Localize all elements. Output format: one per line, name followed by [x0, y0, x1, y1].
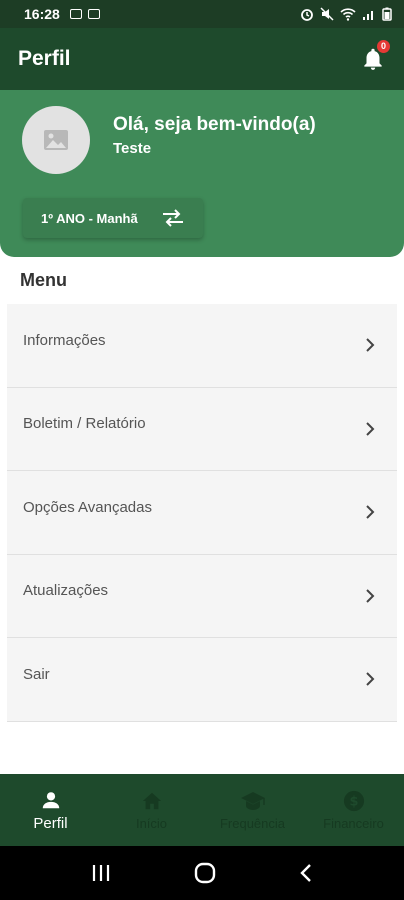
svg-text:$: $ [349, 794, 358, 809]
nav-label: Início [135, 815, 168, 831]
app-bar: Perfil 0 [0, 28, 404, 90]
class-label: 1º ANO - Manhã [41, 210, 138, 226]
notification-badge: 0 [377, 40, 390, 53]
person-icon [42, 791, 59, 808]
bottom-nav: Perfil Início Frequência $ Financeiro [0, 774, 404, 846]
nav-item-perfil[interactable]: Perfil [0, 774, 101, 846]
menu-item-informacoes[interactable]: Informações [7, 304, 397, 388]
recent-apps-icon[interactable] [91, 864, 111, 882]
system-nav-bar [0, 846, 404, 900]
status-bar: 16:28 [0, 0, 404, 28]
nav-label: Financeiro [323, 815, 384, 831]
chevron-right-icon [366, 338, 375, 352]
page-title: Perfil [18, 47, 71, 70]
menu-item-label: Informações [23, 331, 106, 349]
menu-title: Menu [20, 270, 67, 290]
chevron-right-icon [366, 422, 375, 436]
menu-item-label: Boletim / Relatório [23, 415, 146, 433]
menu-item-label: Opções Avançadas [23, 498, 152, 516]
chevron-right-icon [366, 589, 375, 603]
menu-list: Informações Boletim / Relatório Opções A… [7, 304, 397, 722]
alarm-icon [301, 9, 313, 21]
menu-item-sair[interactable]: Sair [7, 638, 397, 722]
chevron-right-icon [366, 505, 375, 519]
profile-card: Olá, seja bem-vindo(a) Teste 1º ANO - Ma… [0, 90, 404, 257]
nav-label: Perfil [33, 814, 68, 832]
nav-label: Frequência [219, 815, 286, 831]
image-placeholder-icon [44, 130, 68, 150]
menu-item-opcoes-avancadas[interactable]: Opções Avançadas [7, 471, 397, 555]
nav-item-inicio[interactable]: Início [101, 774, 202, 846]
menu-item-boletim[interactable]: Boletim / Relatório [7, 387, 397, 471]
greeting-text: Olá, seja bem-vindo(a) [113, 114, 316, 135]
nav-item-frequencia[interactable]: Frequência [202, 774, 303, 846]
notification-icon [69, 9, 82, 19]
graduation-cap-icon [240, 791, 265, 810]
dollar-icon: $ [343, 790, 364, 811]
avatar[interactable] [22, 106, 90, 174]
chevron-right-icon [366, 672, 375, 686]
swap-icon [163, 209, 183, 227]
notifications-button[interactable]: 0 [360, 40, 390, 72]
back-icon[interactable] [299, 863, 313, 883]
nav-item-financeiro[interactable]: $ Financeiro [303, 774, 404, 846]
menu-item-label: Sair [23, 665, 50, 683]
home-button-icon[interactable] [194, 862, 216, 884]
photo-icon [87, 9, 100, 19]
mute-icon [320, 7, 334, 21]
menu-item-atualizacoes[interactable]: Atualizações [7, 554, 397, 638]
signal-icon [363, 11, 373, 20]
home-icon [142, 792, 161, 809]
menu-item-label: Atualizações [23, 582, 109, 600]
wifi-icon [340, 8, 356, 21]
class-selector-button[interactable]: 1º ANO - Manhã [23, 198, 203, 238]
username-text: Teste [113, 140, 152, 157]
status-time: 16:28 [24, 6, 60, 22]
battery-icon [382, 7, 392, 21]
